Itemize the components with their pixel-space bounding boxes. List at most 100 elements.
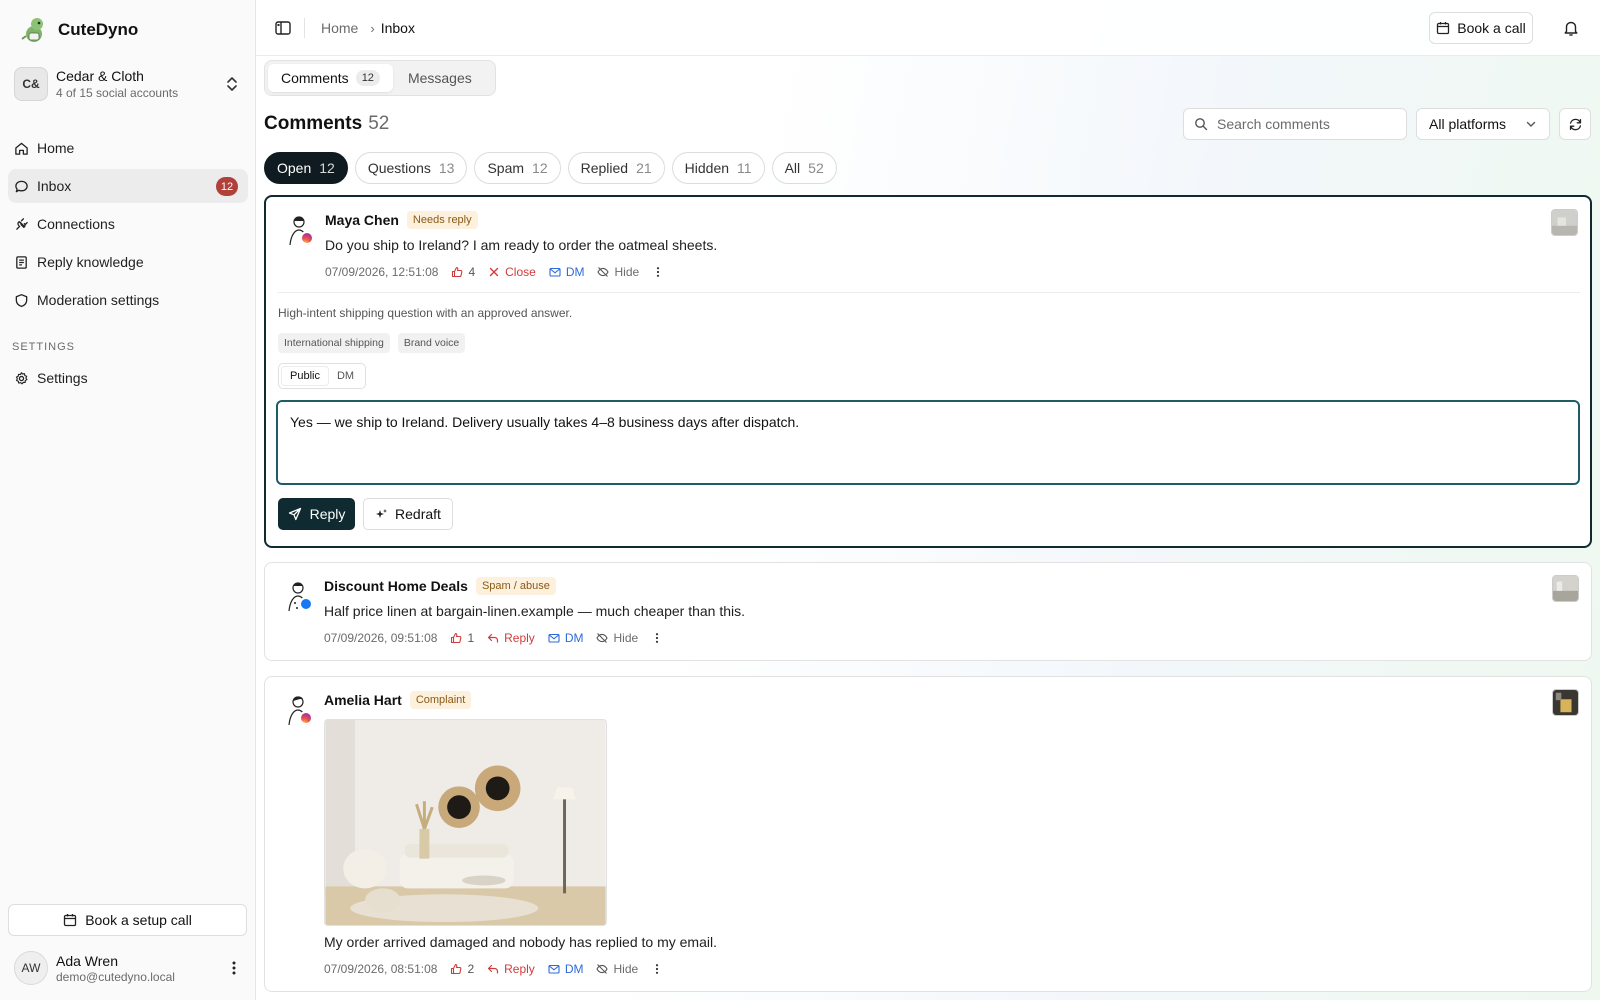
hide-button[interactable]: Hide — [596, 631, 638, 645]
post-thumbnail[interactable] — [1552, 575, 1579, 602]
close-button[interactable]: Close — [488, 265, 536, 279]
comment-text: My order arrived damaged and nobody has … — [324, 934, 717, 950]
tab-comments[interactable]: Comments 12 — [268, 64, 393, 92]
breadcrumb-home[interactable]: Home — [321, 20, 358, 36]
mode-dm[interactable]: DM — [329, 367, 362, 385]
dm-label: DM — [565, 265, 585, 279]
sidebar-item-connections[interactable]: Connections — [8, 207, 248, 241]
sidebar-item-reply-knowledge[interactable]: Reply knowledge — [8, 245, 248, 279]
instagram-icon — [300, 231, 314, 245]
post-thumbnail[interactable] — [1551, 209, 1578, 236]
topbar-divider — [304, 18, 305, 38]
account-switcher[interactable]: C& Cedar & Cloth 4 of 15 social accounts — [14, 64, 246, 104]
settings-nav: Settings — [8, 361, 248, 399]
comment-text: Half price linen at bargain-linen.exampl… — [324, 603, 746, 619]
plug-icon — [16, 217, 28, 230]
comment-body: Discount Home Deals Spam / abuse Half pr… — [324, 577, 745, 645]
sidebar-item-label: Reply knowledge — [37, 254, 144, 270]
settings-section-heading: SETTINGS — [12, 341, 76, 353]
dm-button[interactable]: DM — [548, 962, 583, 976]
filter-hidden[interactable]: Hidden 11 — [671, 152, 765, 184]
user-name: Ada Wren — [56, 952, 118, 969]
shield-icon — [15, 293, 28, 307]
book-setup-call-button[interactable]: Book a setup call — [8, 904, 247, 936]
filter-open[interactable]: Open 12 — [264, 152, 348, 184]
brand-name: CuteDyno — [58, 20, 139, 39]
calendar-icon — [1437, 22, 1450, 35]
user-menu[interactable]: AW Ada Wren demo@cutedyno.local — [14, 948, 246, 988]
comment-body: Maya Chen Needs reply Do you ship to Ire… — [325, 211, 717, 279]
mail-icon — [548, 633, 560, 643]
comment-author[interactable]: Discount Home Deals — [324, 578, 468, 594]
sidebar-item-moderation-settings[interactable]: Moderation settings — [8, 283, 248, 317]
reply-link[interactable]: Reply — [487, 631, 535, 645]
account-name: Cedar & Cloth — [56, 68, 144, 84]
filter-spam[interactable]: Spam 12 — [474, 152, 561, 184]
comment-card[interactable]: Maya Chen Needs reply Do you ship to Ire… — [264, 195, 1592, 548]
search-icon — [1195, 118, 1208, 131]
platform-select[interactable]: All platforms — [1416, 108, 1550, 140]
chevron-right-icon: › — [370, 20, 375, 36]
comment-timestamp: 07/09/2026, 08:51:08 — [324, 962, 438, 976]
main-content: Home › Inbox Book a call Comments 12 Mes… — [256, 0, 1600, 1000]
comment-attached-image[interactable] — [324, 719, 607, 926]
reply-link[interactable]: Reply — [487, 962, 535, 976]
knowledge-chip[interactable]: Brand voice — [397, 333, 466, 353]
reply-button[interactable]: Reply — [278, 498, 355, 530]
comment-card[interactable]: Amelia Hart Complaint My order arrived d… — [264, 676, 1592, 992]
brand[interactable]: CuteDyno — [20, 16, 138, 44]
sidebar-item-label: Settings — [37, 370, 88, 386]
knowledge-chip[interactable]: International shipping — [278, 333, 390, 353]
comment-timestamp: 07/09/2026, 09:51:08 — [324, 631, 438, 645]
thumbs-up-icon — [451, 632, 462, 644]
tab-messages[interactable]: Messages — [395, 64, 485, 92]
book-call-button[interactable]: Book a call — [1429, 12, 1533, 44]
filter-label: Open — [277, 160, 312, 176]
knowledge-chips: International shipping Brand voice — [278, 333, 466, 353]
post-thumbnail[interactable] — [1552, 689, 1579, 716]
comment-author[interactable]: Maya Chen — [325, 212, 399, 228]
filter-all[interactable]: All 52 — [771, 152, 837, 184]
sidebar-item-home[interactable]: Home — [8, 131, 248, 165]
instagram-icon — [299, 711, 313, 725]
dm-button[interactable]: DM — [548, 631, 584, 645]
sidebar-item-inbox[interactable]: Inbox 12 — [8, 169, 248, 203]
filter-label: Questions — [367, 160, 431, 176]
more-vertical-icon[interactable] — [226, 959, 242, 977]
like-count[interactable]: 4 — [451, 265, 475, 279]
dm-button[interactable]: DM — [549, 265, 585, 279]
comment-card[interactable]: Discount Home Deals Spam / abuse Half pr… — [264, 562, 1592, 661]
comment-author[interactable]: Amelia Hart — [324, 692, 402, 708]
reply-composer: High-intent shipping question with an ap… — [276, 292, 1580, 530]
like-count-value: 2 — [467, 962, 475, 976]
like-count[interactable]: 2 — [450, 962, 474, 976]
like-count[interactable]: 1 — [450, 631, 474, 645]
search-field[interactable] — [1183, 108, 1407, 140]
filter-questions[interactable]: Questions 13 — [354, 152, 468, 184]
filter-label: Hidden — [684, 160, 730, 176]
sidebar-item-label: Moderation settings — [37, 292, 160, 308]
more-vertical-icon[interactable] — [651, 632, 663, 644]
reply-textarea[interactable]: Yes — we ship to Ireland. Delivery usual… — [276, 400, 1580, 485]
bell-icon[interactable] — [1562, 19, 1580, 37]
mode-public[interactable]: Public — [282, 367, 328, 385]
sidebar-item-settings[interactable]: Settings — [8, 361, 248, 395]
search-input[interactable] — [1217, 116, 1387, 132]
tab-label: Comments — [281, 70, 349, 86]
filter-replied[interactable]: Replied 21 — [567, 152, 665, 184]
more-vertical-icon[interactable] — [651, 963, 663, 975]
eye-off-icon — [596, 633, 609, 643]
dm-label: DM — [564, 631, 584, 645]
refresh-button[interactable] — [1559, 108, 1591, 140]
chevron-down-icon — [1526, 121, 1536, 127]
platform-select-value: All platforms — [1429, 116, 1507, 132]
sidebar-toggle-icon[interactable] — [274, 19, 292, 37]
hide-button[interactable]: Hide — [596, 962, 638, 976]
comment-timestamp: 07/09/2026, 12:51:08 — [325, 265, 439, 279]
hide-button[interactable]: Hide — [597, 265, 639, 279]
redraft-button[interactable]: Redraft — [363, 498, 453, 530]
more-vertical-icon[interactable] — [652, 266, 664, 278]
comment-meta: 07/09/2026, 08:51:08 2 Reply DM Hide — [324, 962, 717, 976]
eye-off-icon — [596, 964, 609, 974]
filter-count: 13 — [438, 160, 455, 176]
